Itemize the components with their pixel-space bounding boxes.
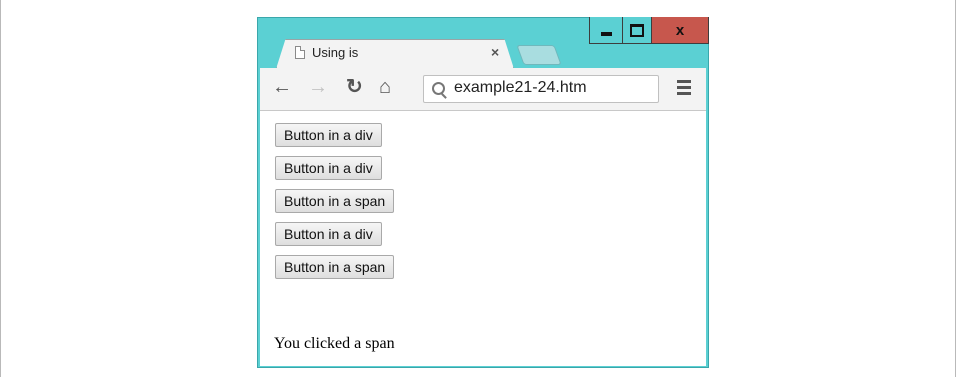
home-icon[interactable]: ⌂ — [379, 77, 391, 97]
browser-toolbar: ← → ↻ ⌂ example21-24.htm — [260, 68, 706, 111]
page-content: Button in a div Button in a div Button i… — [260, 111, 706, 366]
address-bar-url[interactable]: example21-24.htm — [454, 79, 587, 97]
maximize-icon — [630, 23, 644, 37]
button-span-1[interactable]: Button in a span — [275, 189, 395, 213]
minimize-icon — [600, 32, 612, 36]
page-icon — [295, 46, 305, 59]
window-controls: x — [589, 17, 709, 45]
close-window-button[interactable]: x — [651, 17, 709, 44]
new-tab-button[interactable] — [516, 45, 562, 65]
tab-active[interactable]: Using is × — [276, 39, 514, 69]
forward-arrow-icon[interactable]: → — [308, 77, 328, 97]
browser-window: x Using is × ← → ↻ ⌂ example21-24.htm Bu… — [257, 17, 709, 368]
back-arrow-icon[interactable]: ← — [272, 77, 292, 97]
hamburger-menu-icon[interactable] — [677, 80, 691, 98]
button-div-2[interactable]: Button in a div — [275, 156, 382, 180]
button-div-3[interactable]: Button in a div — [275, 222, 382, 246]
maximize-button[interactable] — [622, 17, 652, 44]
status-message: You clicked a span — [274, 335, 395, 352]
tab-close-icon[interactable]: × — [491, 44, 499, 60]
tab-title: Using is — [312, 45, 359, 60]
reload-icon[interactable]: ↻ — [346, 77, 363, 97]
button-div-1[interactable]: Button in a div — [275, 123, 382, 147]
minimize-button[interactable] — [589, 17, 623, 44]
close-icon: x — [675, 21, 685, 39]
search-icon — [432, 82, 445, 95]
button-span-2[interactable]: Button in a span — [275, 255, 395, 279]
address-bar[interactable]: example21-24.htm — [423, 75, 659, 103]
